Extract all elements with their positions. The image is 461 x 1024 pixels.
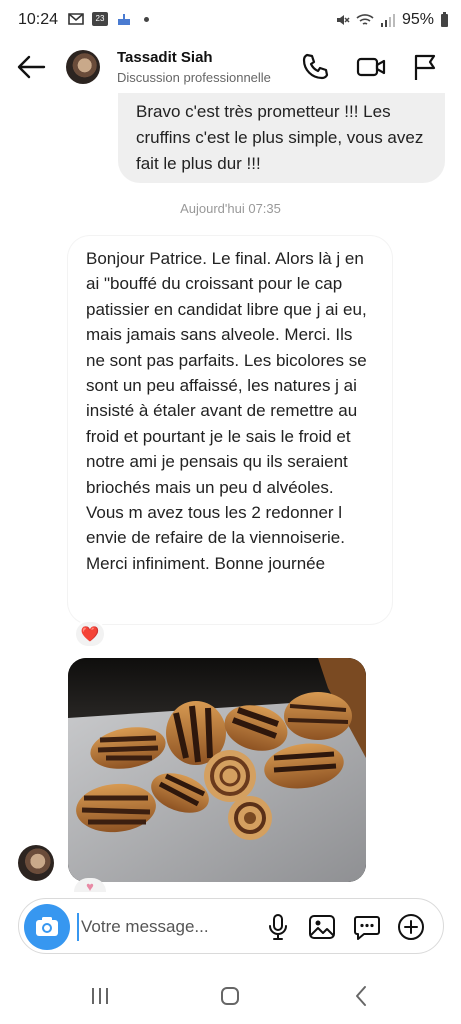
more-options-button[interactable] — [396, 912, 426, 942]
cake-icon — [118, 14, 130, 25]
croissant-image — [68, 658, 366, 882]
phone-icon — [302, 53, 329, 80]
home-button[interactable] — [216, 982, 244, 1010]
video-call-button[interactable] — [356, 52, 386, 82]
incoming-message[interactable]: Bonjour Patrice. Le final. Alors là j en… — [68, 236, 392, 624]
microphone-icon — [269, 914, 287, 940]
calendar-day: 23 — [95, 14, 105, 23]
heart-icon: ❤️ — [80, 626, 100, 643]
more-notifications-dot — [144, 16, 149, 22]
signal-icon — [380, 14, 395, 27]
recent-apps-icon — [92, 988, 108, 1004]
call-button[interactable] — [300, 52, 330, 82]
battery-percent: 95% — [401, 11, 434, 28]
message-composer — [18, 898, 444, 954]
video-camera-icon — [356, 57, 386, 77]
chat-bubble-icon — [354, 916, 380, 940]
battery-icon — [441, 12, 448, 27]
wifi-icon — [356, 14, 374, 25]
chevron-left-icon — [356, 986, 366, 1006]
croissant-photo[interactable] — [68, 658, 366, 882]
outgoing-message[interactable]: Bravo c'est très prometteur !!! Les cruf… — [118, 93, 445, 183]
image-icon — [309, 915, 335, 939]
sender-avatar[interactable] — [18, 845, 54, 881]
sticker-button[interactable] — [352, 912, 382, 942]
home-icon — [221, 987, 239, 1005]
message-input[interactable] — [77, 913, 257, 941]
status-bar: 10:24 23 95% — [0, 0, 461, 40]
chat-header: Tassadit Siah Discussion professionnelle — [0, 40, 461, 96]
gallery-button[interactable] — [307, 912, 337, 942]
status-time: 10:24 — [18, 11, 59, 28]
flag-icon — [414, 54, 436, 80]
heart-reaction[interactable]: ❤️ — [74, 620, 106, 648]
gmail-icon — [68, 13, 84, 25]
camera-icon — [36, 917, 58, 936]
contact-avatar[interactable] — [66, 50, 100, 84]
notification-icons: 23 — [68, 12, 149, 26]
report-button[interactable] — [410, 52, 440, 82]
mute-icon — [336, 15, 350, 25]
camera-button[interactable] — [24, 904, 70, 950]
contact-name[interactable]: Tassadit Siah — [117, 49, 213, 66]
voice-message-button[interactable] — [263, 912, 293, 942]
system-status: 95% — [334, 11, 449, 29]
message-timestamp: Aujourd'hui 07:35 — [180, 201, 281, 216]
arrow-left-icon — [17, 55, 46, 79]
back-button[interactable] — [16, 54, 46, 80]
calendar-icon: 23 — [92, 12, 108, 26]
system-back-button[interactable] — [347, 982, 375, 1010]
contact-subtitle: Discussion professionnelle — [117, 70, 271, 85]
plus-circle-icon — [398, 914, 424, 940]
recent-apps-button[interactable] — [86, 982, 114, 1010]
system-navigation-bar — [0, 965, 461, 1024]
